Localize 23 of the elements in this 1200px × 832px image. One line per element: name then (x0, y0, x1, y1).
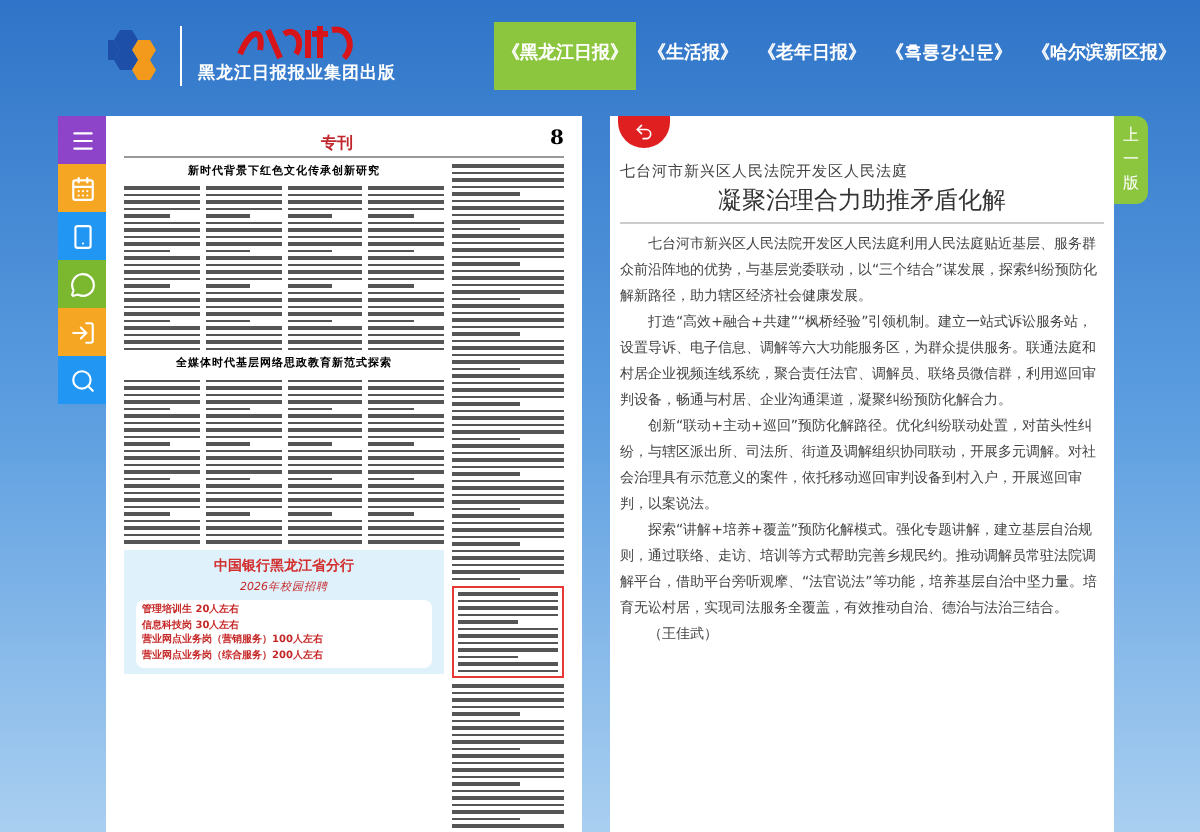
newspaper-tab[interactable]: 《老年日报》 (750, 21, 874, 89)
newspaper-tab[interactable]: 《哈尔滨新区报》 (1024, 21, 1184, 89)
search-button[interactable] (58, 356, 106, 404)
text-lines-drawing (458, 592, 558, 672)
chat-bubbles-icon (69, 271, 95, 297)
back-button[interactable] (618, 116, 670, 148)
wechat-button[interactable] (58, 260, 106, 308)
article-title: 凝聚治理合力助推矛盾化解 (620, 182, 1104, 225)
phone-button[interactable] (58, 212, 106, 260)
calendar-icon (69, 175, 95, 201)
export-button[interactable] (58, 308, 106, 356)
menu-icon (69, 127, 95, 153)
back-arrow-icon (634, 122, 654, 142)
page-number: 8 (550, 126, 564, 154)
highlight-frame[interactable] (452, 586, 564, 678)
newspaper-tab[interactable]: 《生活报》 (640, 21, 746, 89)
section-title: 专刊 (321, 130, 354, 154)
newspaper-tab[interactable]: 《흑룡강신문》 (878, 21, 1020, 89)
menu-button[interactable] (58, 116, 106, 164)
search-icon (69, 367, 95, 393)
phone-icon (69, 223, 95, 249)
publisher-text: 黑龙江日报报业集团出版 (198, 62, 396, 88)
arrow-into-door-icon (69, 319, 95, 345)
